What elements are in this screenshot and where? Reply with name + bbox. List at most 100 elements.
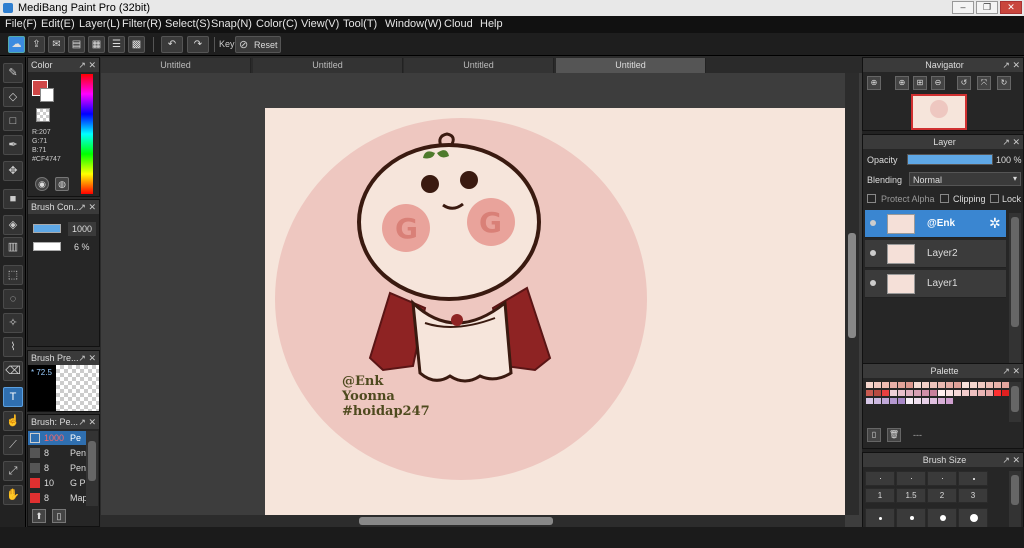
pen-tool-icon[interactable]: ✒ <box>3 135 23 155</box>
brush-size-cell[interactable] <box>958 471 988 486</box>
move-tool-icon[interactable]: ✥ <box>3 161 23 181</box>
divide-tool-icon[interactable]: ⟋ <box>3 435 23 455</box>
zoom-icon[interactable]: ⊕ <box>895 76 909 90</box>
brush-size-cell[interactable]: 3 <box>958 488 988 503</box>
vertical-scrollbar[interactable] <box>845 73 859 515</box>
document-icon[interactable]: ▦ <box>88 36 105 53</box>
bucket-tool-icon[interactable]: ◈ <box>3 215 23 235</box>
palette-swatch[interactable] <box>922 398 929 404</box>
transparent-swatch[interactable] <box>36 108 50 122</box>
sub-color-swatch[interactable] <box>40 88 54 102</box>
palette-swatch[interactable] <box>882 382 889 388</box>
brush-tool-icon[interactable]: ✎ <box>3 63 23 83</box>
palette-swatch[interactable] <box>978 382 985 388</box>
scrollbar-thumb[interactable] <box>1011 475 1019 505</box>
brush-item[interactable]: 8 Map <box>28 491 88 505</box>
brush-item[interactable]: 1000 Pe <box>28 431 86 445</box>
clipping-checkbox[interactable] <box>940 194 949 203</box>
palette-swatch[interactable] <box>986 390 993 396</box>
palette-swatch[interactable] <box>946 382 953 388</box>
palette-swatch[interactable] <box>946 390 953 396</box>
brush-size-scrollbar[interactable] <box>1009 471 1021 531</box>
chat-icon[interactable]: ▤ <box>68 36 85 53</box>
palette-swatch[interactable] <box>978 390 985 396</box>
minimize-icon[interactable]: – <box>952 1 974 14</box>
protect-alpha-checkbox[interactable] <box>867 194 876 203</box>
tab-untitled[interactable]: Untitled <box>101 58 251 73</box>
brush-size-cell[interactable]: 1 <box>865 488 895 503</box>
layer-row[interactable]: Layer1 <box>865 270 1006 298</box>
delete-color-icon[interactable]: 🗑 <box>887 428 901 442</box>
panel-close-icon[interactable]: ↗ ✕ <box>78 58 96 72</box>
list-icon[interactable]: ☰ <box>108 36 125 53</box>
menu-layer[interactable]: Layer(L) <box>79 18 120 30</box>
palette-swatch[interactable] <box>994 390 1001 396</box>
menu-filter[interactable]: Filter(R) <box>122 18 162 30</box>
select-pen-tool-icon[interactable]: ⌇ <box>3 337 23 357</box>
eraser-tool-icon[interactable]: ◇ <box>3 87 23 107</box>
brush-opacity-value[interactable]: 6 % <box>74 242 90 252</box>
palette-swatch[interactable] <box>890 390 897 396</box>
palette-swatch[interactable] <box>938 390 945 396</box>
palette-swatch[interactable] <box>954 382 961 388</box>
brush-opacity-bar[interactable] <box>33 242 61 251</box>
operation-tool-icon[interactable]: ☝ <box>3 411 23 431</box>
brush-size-cell[interactable] <box>865 508 895 528</box>
hand-tool-icon[interactable]: ✋ <box>3 485 23 505</box>
scrollbar-thumb[interactable] <box>359 517 553 525</box>
palette-swatch[interactable] <box>1002 390 1009 396</box>
menu-cloud[interactable]: Cloud <box>444 18 473 30</box>
eye-icon[interactable] <box>870 220 876 226</box>
grid-icon[interactable]: ▩ <box>128 36 145 53</box>
lock-checkbox[interactable] <box>990 194 999 203</box>
select-eraser-tool-icon[interactable]: ⌫ <box>3 361 23 381</box>
brush-size-cell[interactable] <box>927 508 957 528</box>
eye-icon[interactable] <box>870 250 876 256</box>
menu-file[interactable]: File(F) <box>5 18 37 30</box>
tab-untitled-active[interactable]: Untitled <box>556 58 706 73</box>
cloud-icon[interactable]: ☁ <box>8 36 25 53</box>
menu-view[interactable]: View(V) <box>301 18 339 30</box>
palette-swatch[interactable] <box>882 398 889 404</box>
palette-swatch[interactable] <box>898 398 905 404</box>
fit-icon[interactable]: ⊞ <box>913 76 927 90</box>
reset-button[interactable]: ⊘ Reset <box>235 36 281 53</box>
opacity-slider[interactable] <box>907 154 993 165</box>
palette-swatch[interactable] <box>922 382 929 388</box>
lasso-tool-icon[interactable]: ◌ <box>3 289 23 309</box>
palette-swatch[interactable] <box>906 382 913 388</box>
horizontal-scrollbar[interactable] <box>101 515 845 527</box>
add-brush-icon[interactable]: ⬆ <box>32 509 46 523</box>
panel-close-icon[interactable]: ↗ ✕ <box>78 200 96 214</box>
tab-untitled[interactable]: Untitled <box>404 58 554 73</box>
menu-select[interactable]: Select(S) <box>165 18 210 30</box>
select-rect-tool-icon[interactable]: ⬚ <box>3 265 23 285</box>
palette-swatch[interactable] <box>914 398 921 404</box>
palette-swatch[interactable] <box>906 390 913 396</box>
palette-swatch[interactable] <box>874 382 881 388</box>
palette-swatch[interactable] <box>914 382 921 388</box>
palette-swatch[interactable] <box>930 382 937 388</box>
palette-swatch[interactable] <box>938 382 945 388</box>
layer-row[interactable]: @Enk ✲ <box>865 210 1006 238</box>
palette-swatch[interactable] <box>930 390 937 396</box>
palette-swatch[interactable] <box>994 382 1001 388</box>
brush-list-scrollbar[interactable] <box>86 431 98 506</box>
panel-close-icon[interactable]: ↗ ✕ <box>1002 58 1020 72</box>
brush-size-cell[interactable]: 2 <box>927 488 957 503</box>
scrollbar-thumb[interactable] <box>88 441 96 481</box>
flip-icon[interactable]: ⤧ <box>977 76 991 90</box>
palette-swatch[interactable] <box>922 390 929 396</box>
color-wheel-icon[interactable]: ◍ <box>55 177 69 191</box>
palette-swatch[interactable] <box>874 390 881 396</box>
scrollbar-thumb[interactable] <box>1011 217 1019 327</box>
brush-size-cell[interactable] <box>865 471 895 486</box>
gradient-tool-icon[interactable]: ▥ <box>3 237 23 257</box>
comment-icon[interactable]: ✉ <box>48 36 65 53</box>
panel-close-icon[interactable]: ↗ ✕ <box>78 415 96 429</box>
palette-swatch[interactable] <box>962 382 969 388</box>
palette-swatch[interactable] <box>930 398 937 404</box>
brush-item[interactable]: 10 G P <box>28 476 86 490</box>
text-tool-icon[interactable]: T <box>3 387 23 407</box>
palette-swatch[interactable] <box>986 382 993 388</box>
